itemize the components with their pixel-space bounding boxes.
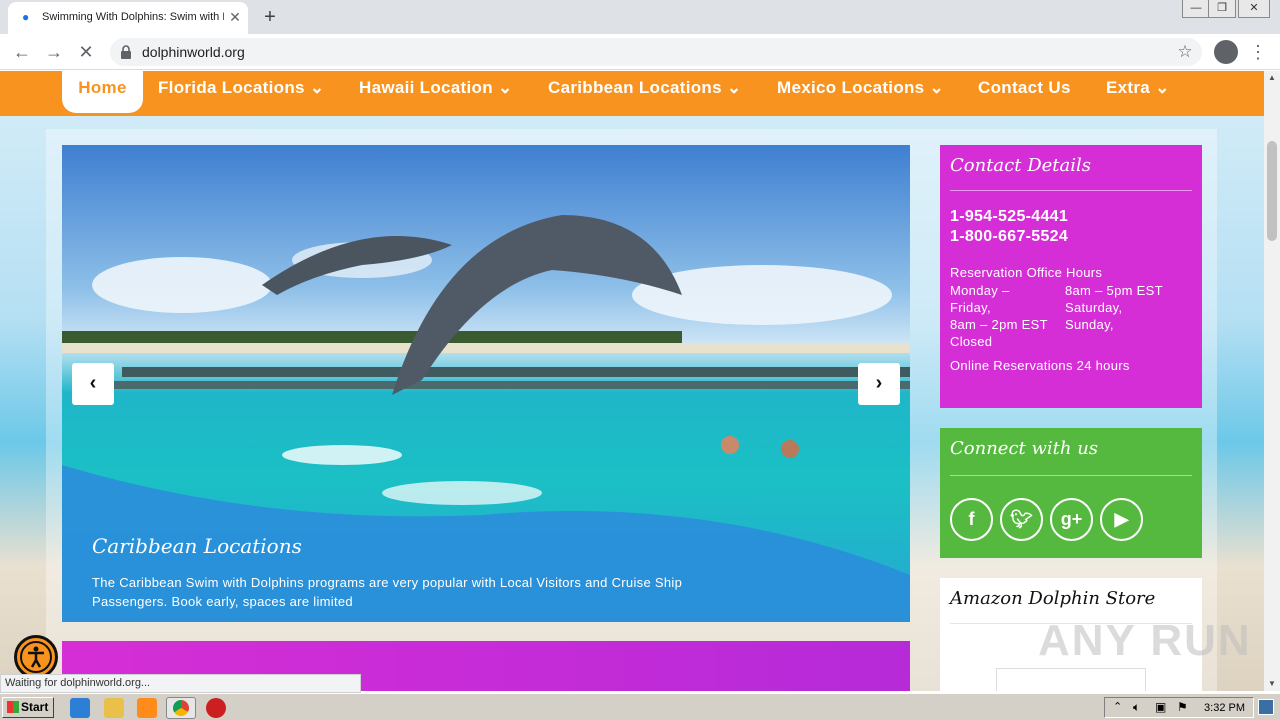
- nav-florida-locations[interactable]: Florida Locations ⌄: [158, 71, 324, 116]
- hours-line: 8am – 5pm EST: [1065, 283, 1163, 298]
- nav-label: Hawaii Location: [359, 78, 493, 97]
- bookmark-star-icon[interactable]: ☆: [1174, 41, 1196, 63]
- contact-details-box: Contact Details 1-954-525-4441 1-800-667…: [940, 145, 1202, 408]
- clock[interactable]: 3:32 PM: [1204, 700, 1245, 716]
- nav-contact-us[interactable]: Contact Us: [978, 71, 1071, 116]
- chrome-icon: [173, 700, 189, 716]
- hours-line: Monday –: [950, 283, 1010, 298]
- scroll-up-icon[interactable]: ▲: [1264, 71, 1280, 85]
- nav-label: Florida Locations: [158, 78, 305, 97]
- facebook-icon[interactable]: f: [950, 498, 993, 541]
- back-arrow-icon[interactable]: ←: [10, 40, 34, 64]
- url-text[interactable]: dolphinworld.org: [142, 44, 245, 60]
- nav-mexico-locations[interactable]: Mexico Locations ⌄: [777, 71, 944, 116]
- new-tab-button[interactable]: +: [258, 5, 282, 29]
- amazon-widget[interactable]: [996, 668, 1146, 691]
- hours-line: Saturday,: [1065, 300, 1123, 315]
- chevron-down-icon: ⌄: [929, 78, 945, 97]
- restore-window-button[interactable]: ❐: [1208, 0, 1236, 18]
- system-tray: ⌃ 🔈︎ ▣ ⚑ 3:32 PM: [1104, 697, 1254, 718]
- lock-icon: [121, 45, 131, 59]
- contact-details-title: Contact Details: [950, 155, 1092, 176]
- ie-icon[interactable]: [70, 698, 90, 718]
- slider-next-button[interactable]: ›: [858, 363, 900, 405]
- forward-arrow-icon[interactable]: →: [42, 40, 66, 64]
- favicon-icon: ●: [22, 10, 30, 24]
- start-button[interactable]: Start: [2, 697, 54, 718]
- warning-icon[interactable]: [206, 698, 226, 718]
- scroll-thumb[interactable]: [1267, 141, 1277, 241]
- nav-label: Contact Us: [978, 78, 1071, 97]
- hero-slider[interactable]: Caribbean Locations The Caribbean Swim w…: [62, 145, 910, 622]
- hours-column-1: Monday – Friday, 8am – 2pm EST Closed: [950, 282, 1065, 350]
- address-bar[interactable]: dolphinworld.org ☆: [110, 38, 1202, 66]
- hours-grid: Monday – Friday, 8am – 2pm EST Closed 8a…: [950, 280, 1195, 350]
- divider: [950, 475, 1192, 476]
- chevron-down-icon: ⌄: [497, 78, 513, 97]
- amazon-store-title: Amazon Dolphin Store: [950, 588, 1156, 609]
- hours-line: 8am – 2pm EST: [950, 317, 1048, 332]
- main-navigation: Home Florida Locations ⌄ Hawaii Location…: [0, 71, 1264, 116]
- nav-extra[interactable]: Extra ⌄: [1106, 71, 1170, 116]
- chrome-taskbar-button[interactable]: [166, 697, 196, 719]
- stop-loading-icon[interactable]: ✕: [74, 40, 98, 64]
- start-label: Start: [21, 700, 49, 714]
- chevron-down-icon: ⌄: [726, 78, 742, 97]
- nav-label: Caribbean Locations: [548, 78, 722, 97]
- close-window-button[interactable]: ✕: [1238, 0, 1270, 18]
- slide-caption-title: Caribbean Locations: [92, 534, 302, 558]
- tray-expand-icon[interactable]: ⌃: [1113, 700, 1122, 713]
- accessibility-icon[interactable]: [14, 635, 58, 679]
- page-viewport: Home Florida Locations ⌄ Hawaii Location…: [0, 71, 1264, 691]
- connect-title: Connect with us: [950, 438, 1099, 459]
- browser-menu-icon[interactable]: ⋮: [1248, 40, 1268, 64]
- watermark-logo: ANY RUN: [1038, 616, 1252, 665]
- tab-title: Swimming With Dolphins: Swim with D: [42, 11, 224, 23]
- browser-tab[interactable]: ● Swimming With Dolphins: Swim with D ✕: [8, 2, 248, 34]
- scroll-down-icon[interactable]: ▼: [1264, 677, 1280, 691]
- nav-home[interactable]: Home: [62, 71, 143, 113]
- hours-label: Reservation Office Hours: [950, 265, 1103, 280]
- minimize-window-button[interactable]: —: [1182, 0, 1210, 18]
- hours-line: Sunday,: [1065, 317, 1114, 332]
- online-reservations-text: Online Reservations 24 hours: [950, 358, 1130, 373]
- media-player-icon[interactable]: [137, 698, 157, 718]
- slider-prev-button[interactable]: ‹: [72, 363, 114, 405]
- close-tab-icon[interactable]: ✕: [226, 8, 244, 26]
- browser-toolbar: ← → ✕ dolphinworld.org ☆: [0, 34, 1280, 70]
- chevron-down-icon: ⌄: [309, 78, 325, 97]
- connect-box: Connect with us f 🐦︎ g+ ▶: [940, 428, 1202, 558]
- twitter-icon[interactable]: 🐦︎: [1000, 498, 1043, 541]
- browser-tab-strip: ● Swimming With Dolphins: Swim with D ✕ …: [0, 0, 1280, 34]
- volume-icon[interactable]: 🔈︎: [1133, 700, 1140, 715]
- hours-line: Closed: [950, 334, 993, 349]
- windows-logo-icon: [7, 701, 19, 713]
- flag-icon[interactable]: ⚑: [1177, 700, 1188, 714]
- nav-label: Mexico Locations: [777, 78, 925, 97]
- divider: [950, 190, 1192, 191]
- hours-line: Friday,: [950, 300, 991, 315]
- status-bar: Waiting for dolphinworld.org...: [0, 674, 361, 693]
- chevron-down-icon: ⌄: [1155, 78, 1170, 97]
- network-icon[interactable]: ▣: [1155, 700, 1166, 714]
- google-plus-icon[interactable]: g+: [1050, 498, 1093, 541]
- slide-caption-text: The Caribbean Swim with Dolphins program…: [92, 575, 683, 609]
- nav-hawaii-location[interactable]: Hawaii Location ⌄: [359, 71, 513, 116]
- youtube-icon[interactable]: ▶: [1100, 498, 1143, 541]
- nav-caribbean-locations[interactable]: Caribbean Locations ⌄: [548, 71, 741, 116]
- phone-number-1[interactable]: 1-954-525-4441: [950, 207, 1192, 227]
- phone-number-2[interactable]: 1-800-667-5524: [950, 227, 1192, 247]
- hours-column-2: 8am – 5pm EST Saturday, Sunday,: [1065, 282, 1195, 333]
- page-scrollbar[interactable]: ▲ ▼: [1264, 71, 1280, 691]
- nav-label: Extra: [1106, 78, 1151, 97]
- folder-icon[interactable]: [104, 698, 124, 718]
- profile-avatar-icon[interactable]: [1214, 40, 1238, 64]
- taskbar: Start ⌃ 🔈︎ ▣ ⚑ 3:32 PM: [0, 693, 1280, 720]
- show-desktop-icon[interactable]: [1258, 699, 1274, 715]
